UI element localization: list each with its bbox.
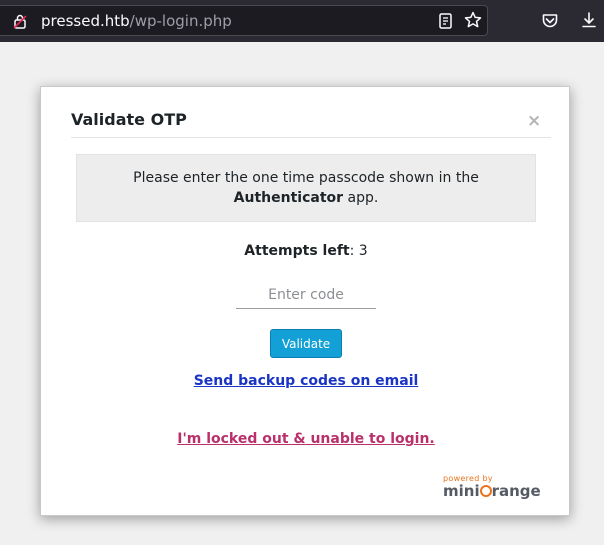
url-bar[interactable]: pressed.htb/wp-login.php [0,5,488,36]
url-path: /wp-login.php [129,12,232,30]
browser-toolbar: pressed.htb/wp-login.php [0,0,604,42]
attempts-label: Attempts left [244,243,350,259]
miniorange-logo: mini range [443,484,543,499]
bookmark-star-icon[interactable] [464,11,482,29]
otp-code-input[interactable] [236,282,376,309]
powered-by-miniorange: powered by mini range [443,474,543,499]
otp-instructions: Please enter the one time passcode shown… [76,154,536,222]
backup-codes-row: Send backup codes on email [41,373,571,389]
download-icon[interactable] [580,11,598,29]
locked-out-row: I'm locked out & unable to login. [41,431,571,447]
validate-otp-modal: Validate OTP × Please enter the one time… [40,86,570,516]
brand-range: range [491,482,541,500]
pocket-icon[interactable] [541,12,559,30]
attempts-count: 3 [358,243,368,259]
url-host: pressed.htb [41,12,130,30]
modal-title: Validate OTP [71,110,187,129]
header-divider [71,137,551,138]
lock-icon[interactable] [13,14,27,29]
close-button[interactable]: × [527,113,541,130]
orange-o-icon [479,485,492,497]
locked-out-link[interactable]: I'm locked out & unable to login. [177,431,435,447]
validate-button[interactable]: Validate [270,329,342,358]
send-backup-codes-link[interactable]: Send backup codes on email [194,373,419,389]
notice-text: Please enter the one time passcode shown… [133,170,479,186]
attempts-separator: : [349,243,359,259]
url-text[interactable]: pressed.htb/wp-login.php [41,12,232,30]
attempts-left: Attempts left: 3 [41,243,571,259]
reader-view-icon[interactable] [437,12,455,30]
notice-app-name: Authenticator [233,190,344,206]
brand-mini: mini [443,482,480,500]
notice-suffix: app. [343,190,379,206]
